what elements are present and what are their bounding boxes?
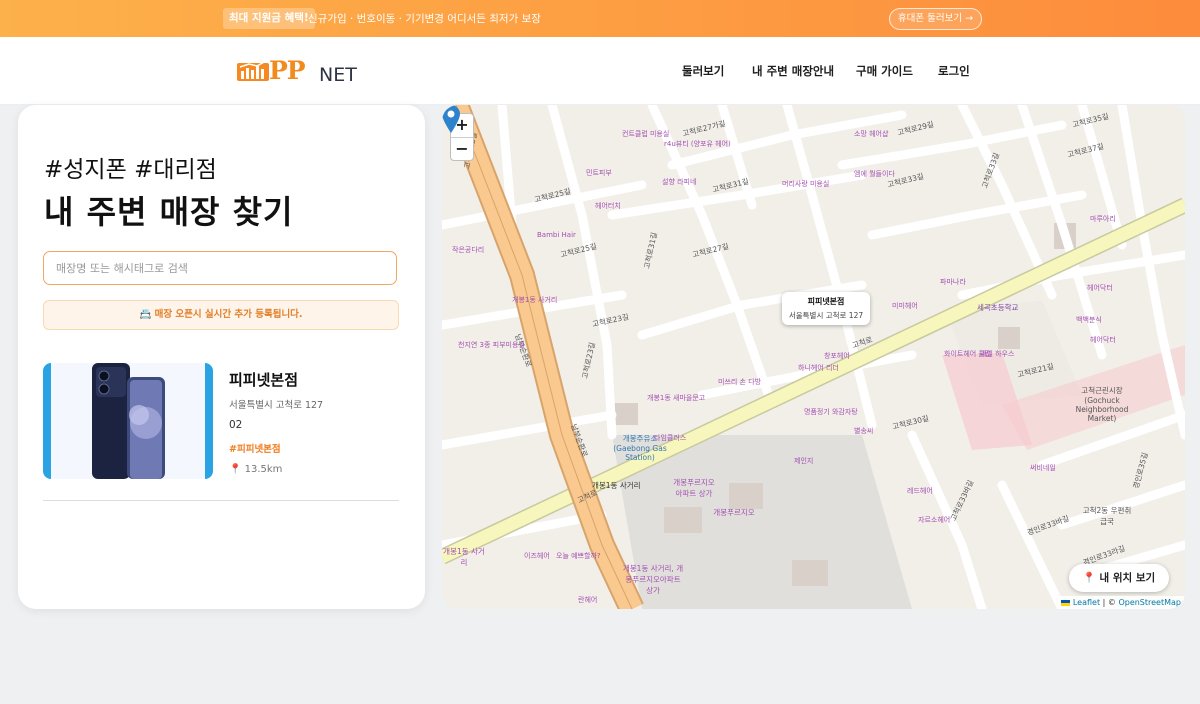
poi-label: 란헤어 bbox=[578, 596, 598, 604]
poi-label: 백백분식 bbox=[1076, 316, 1102, 324]
logo-chart-icon bbox=[237, 60, 269, 81]
poi-label: 레드헤어 bbox=[907, 487, 933, 495]
poi-label: 파마나라 bbox=[940, 278, 966, 286]
poi-label: 명품정기 와감자탕 bbox=[804, 408, 858, 416]
place-label: 개봉푸르지오 bbox=[713, 508, 755, 517]
store-map[interactable]: 고척로 고척로 고척로23길 고척로25길 고척로27길 고척로31길 고척로3… bbox=[442, 105, 1185, 609]
poi-label: 자르소헤어 bbox=[918, 516, 951, 524]
store-phone-image bbox=[43, 363, 213, 479]
nav-browse[interactable]: 둘러보기 bbox=[682, 63, 724, 79]
poi-label: 머리사랑 미용실 bbox=[782, 180, 830, 188]
place-label: 고척근린시장 (Gochuck Neighborhood Market) bbox=[1075, 386, 1129, 423]
poi-label: r4u뷰티 (양포유 헤어) bbox=[664, 140, 731, 148]
poi-label: 민트피부 bbox=[586, 169, 612, 177]
place-label: 개봉1동 사거리 bbox=[592, 481, 641, 490]
poi-label: 별송씨 bbox=[854, 427, 874, 435]
poi-label: 오늘 예쁘할까? bbox=[556, 552, 601, 560]
store-hashtag[interactable]: #피피넷본점 bbox=[229, 441, 281, 455]
logo-sub: NET bbox=[319, 64, 357, 86]
store-distance: 📍 13.5km bbox=[229, 464, 283, 475]
osm-link[interactable]: OpenStreetMap bbox=[1118, 598, 1181, 607]
attribution-separator: | © bbox=[1100, 598, 1119, 607]
site-header: PP NET 둘러보기 내 주변 매장안내 구매 가이드 로그인 bbox=[0, 37, 1200, 105]
store-name: 피피넷본점 bbox=[229, 371, 299, 389]
poi-label: 네일 하우스 bbox=[980, 350, 1015, 358]
nav-login[interactable]: 로그인 bbox=[938, 63, 970, 79]
place-label: 세곡초등학교 bbox=[977, 303, 1019, 312]
map-attribution: Leaflet | © OpenStreetMap bbox=[1057, 596, 1185, 609]
store-search-panel: #성지폰 #대리점 내 주변 매장 찾기 📇 매장 오픈시 실시간 추가 등록됩… bbox=[18, 105, 425, 609]
popup-title: 피피넷본점 bbox=[807, 297, 845, 306]
nav-store-guide[interactable]: 내 주변 매장안내 bbox=[752, 63, 834, 79]
popup-address: 서울특별시 고척로 127 bbox=[788, 311, 864, 320]
zoom-out-button[interactable]: − bbox=[451, 137, 473, 160]
logo[interactable]: PP NET bbox=[237, 56, 357, 86]
poi-label: 제인지 bbox=[794, 457, 814, 465]
poi-label: 창포헤어 bbox=[824, 352, 850, 360]
ukraine-flag-icon bbox=[1061, 599, 1071, 606]
nav-purchase-guide[interactable]: 구매 가이드 bbox=[856, 63, 913, 79]
store-phone: 02 bbox=[229, 419, 243, 431]
poi-label: 개봉1동 사거리 bbox=[512, 296, 558, 304]
my-location-button[interactable]: 📍 내 위치 보기 bbox=[1069, 564, 1169, 592]
store-search-input[interactable] bbox=[43, 251, 397, 285]
poi-label: 천지연 3종 피부미용실 bbox=[458, 341, 525, 349]
poi-label: 미미헤어 bbox=[892, 302, 918, 310]
poi-label: 소망 헤어샵 bbox=[854, 130, 889, 138]
poi-label: 헤어터치 bbox=[595, 202, 621, 210]
poi-label: 써비네일 bbox=[1030, 464, 1056, 472]
logo-main: PP bbox=[269, 56, 306, 85]
promo-badge: 최대 지원금 혜택! bbox=[223, 8, 315, 29]
poi-label: Bambi Hair bbox=[537, 231, 576, 239]
place-label: 개봉푸르지오아파트 상가 bbox=[673, 478, 715, 498]
store-list-item[interactable]: 피피넷본점 서울특별시 고척로 127 02 #피피넷본점 📍 13.5km bbox=[43, 363, 399, 481]
poi-label: 타임클러스 bbox=[654, 434, 687, 442]
store-address: 서울특별시 고척로 127 bbox=[229, 400, 324, 411]
place-label: 고척2동 우편취급국 bbox=[1082, 506, 1132, 526]
poi-label: 컨트클럽 미용실 bbox=[622, 130, 670, 138]
divider bbox=[43, 500, 399, 501]
poi-label: 미쓰리 손 다방 bbox=[718, 378, 762, 386]
store-popup: 피피넷본점 서울특별시 고척로 127 bbox=[782, 292, 870, 325]
poi-label: 마루아리 bbox=[1090, 215, 1116, 223]
place-label: 개봉1동 사거리, 개봉푸르지오아파트 상가 bbox=[622, 564, 684, 595]
notice-banner: 📇 매장 오픈시 실시간 추가 등록됩니다. bbox=[43, 300, 399, 330]
place-label: 개봉1동 사거리 bbox=[443, 547, 485, 567]
promo-bar: 최대 지원금 혜택! 신규가입 · 번호이동 · 기기변경 어디서든 최저가 보… bbox=[0, 0, 1200, 37]
poi-label: 헤어닥터 bbox=[1087, 284, 1113, 292]
poi-label: 설향 라피네 bbox=[662, 178, 697, 186]
promo-text: 신규가입 · 번호이동 · 기기변경 어디서든 최저가 보장 bbox=[308, 13, 541, 25]
poi-label: 이즈헤어 bbox=[524, 552, 550, 560]
poi-label: 헤어닥터 bbox=[1090, 336, 1116, 344]
poi-label: 개봉1동 새마을문고 bbox=[647, 394, 706, 402]
browse-phones-button[interactable]: 휴대폰 둘러보기 → bbox=[889, 8, 982, 30]
hashtag-heading: #성지폰 #대리점 bbox=[44, 157, 217, 183]
poi-label: 엠에 뭘들이다 bbox=[854, 170, 895, 178]
map-pin-icon[interactable] bbox=[442, 105, 460, 133]
page-title: 내 주변 매장 찾기 bbox=[44, 193, 294, 231]
leaflet-link[interactable]: Leaflet bbox=[1073, 598, 1100, 607]
poi-label: 작은공다리 bbox=[452, 246, 485, 254]
poi-label: 하니헤어 리더 bbox=[798, 364, 839, 372]
